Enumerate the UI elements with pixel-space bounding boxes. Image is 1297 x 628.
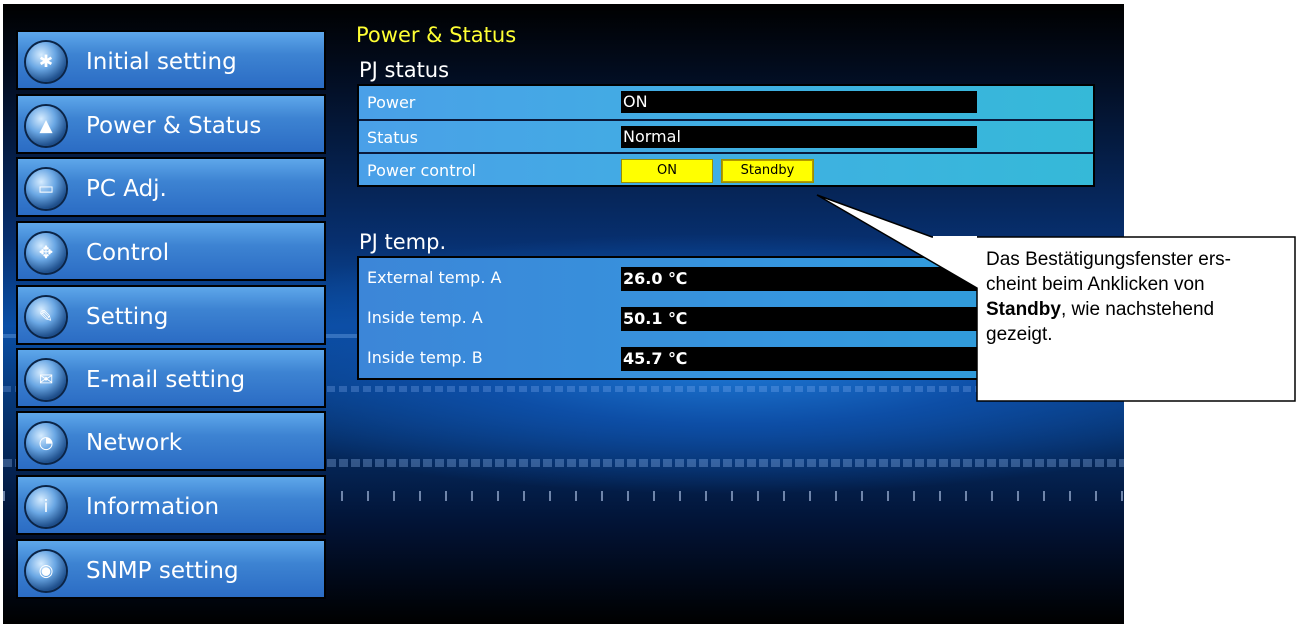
callout-line1: Das Bestätigungsfenster ers- [986,249,1232,270]
callout-bold: Standby [986,299,1061,320]
callout-text: Das Bestätigungsfenster ers- cheint beim… [986,247,1276,347]
callout-line4: gezeigt. [986,324,1053,345]
callout-line3: , wie nachstehend [1060,299,1215,320]
callout-line2: cheint beim Anklicken von [986,274,1205,295]
